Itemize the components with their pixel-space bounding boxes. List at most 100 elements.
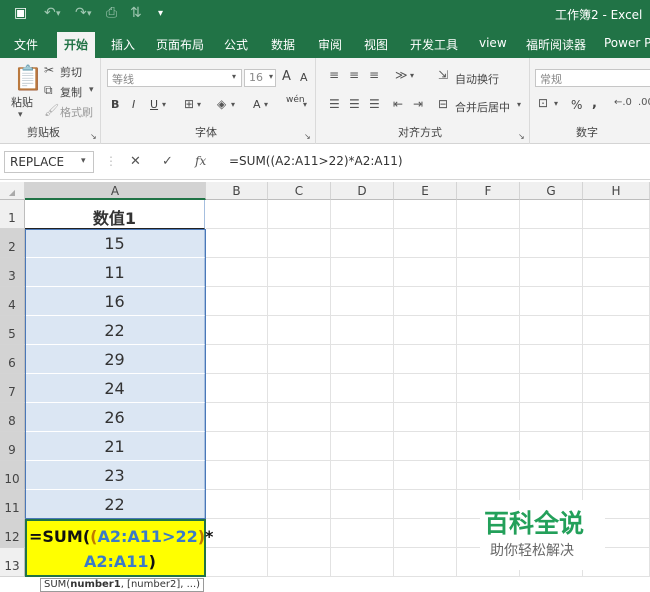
cell-f5[interactable] (457, 316, 520, 345)
column-header-d[interactable]: D (331, 182, 394, 200)
cell-f7[interactable] (457, 374, 520, 403)
cell-d8[interactable] (331, 403, 394, 432)
insert-function-button[interactable]: fx (195, 154, 206, 168)
cell-g1[interactable] (520, 200, 583, 229)
align-left-icon[interactable]: ☰ (329, 97, 340, 111)
cell-a4[interactable]: 16 (25, 287, 205, 316)
orientation-dropdown-icon[interactable]: ▾ (410, 71, 414, 80)
tab-developer[interactable]: 开发工具 (410, 36, 458, 53)
cell-c9[interactable] (268, 432, 331, 461)
cell-g8[interactable] (520, 403, 583, 432)
cell-c3[interactable] (268, 258, 331, 287)
align-top-icon[interactable]: ≡ (329, 68, 339, 82)
cell-c11[interactable] (268, 490, 331, 519)
cell-b4[interactable] (206, 287, 268, 316)
undo-icon[interactable]: ↶ (44, 5, 56, 21)
cell-g10[interactable] (520, 461, 583, 490)
row-header-1[interactable]: 1 (0, 200, 25, 229)
cell-b5[interactable] (206, 316, 268, 345)
row-header-8[interactable]: 8 (0, 403, 25, 432)
cell-h4[interactable] (583, 287, 650, 316)
cell-f10[interactable] (457, 461, 520, 490)
cell-e11[interactable] (394, 490, 457, 519)
cell-e10[interactable] (394, 461, 457, 490)
column-header-f[interactable]: F (457, 182, 520, 200)
print-preview-icon[interactable]: ⎙ (106, 5, 117, 21)
cell-g4[interactable] (520, 287, 583, 316)
phonetic-button[interactable]: wén (286, 95, 305, 105)
cell-b3[interactable] (206, 258, 268, 287)
cell-a2[interactable]: 15 (25, 229, 205, 258)
row-header-9[interactable]: 9 (0, 432, 25, 461)
cell-a3[interactable]: 11 (25, 258, 205, 287)
border-icon[interactable]: ⊞ (184, 97, 194, 111)
phonetic-dropdown-icon[interactable]: ▾ (303, 100, 307, 109)
tab-foxit-reader[interactable]: 福昕阅读器 (526, 36, 586, 53)
cell-e8[interactable] (394, 403, 457, 432)
tab-insert[interactable]: 插入 (111, 36, 135, 53)
cell-e9[interactable] (394, 432, 457, 461)
cell-a11[interactable]: 22 (25, 490, 205, 519)
tab-power-pivot[interactable]: Power Pi (604, 36, 650, 50)
row-header-2[interactable]: 2 (0, 229, 25, 258)
format-painter-button[interactable]: 格式刷 (60, 104, 93, 120)
enter-button[interactable]: ✓ (162, 154, 173, 169)
wrap-text-button[interactable]: 自动换行 (455, 71, 499, 87)
font-color-button[interactable]: A (253, 98, 261, 111)
cell-b6[interactable] (206, 345, 268, 374)
font-color-dropdown-icon[interactable]: ▾ (264, 100, 268, 109)
cell-h10[interactable] (583, 461, 650, 490)
decrease-decimal-icon[interactable]: .00 (638, 97, 650, 108)
save-icon[interactable]: ▣ (14, 5, 27, 21)
tab-formulas[interactable]: 公式 (224, 36, 248, 53)
fill-color-icon[interactable]: ◈ (217, 97, 226, 111)
merge-center-dropdown-icon[interactable]: ▾ (517, 100, 521, 109)
cell-d11[interactable] (331, 490, 394, 519)
cell-b9[interactable] (206, 432, 268, 461)
fill-color-dropdown-icon[interactable]: ▾ (231, 100, 235, 109)
decrease-indent-icon[interactable]: ⇤ (393, 97, 403, 111)
row-header-7[interactable]: 7 (0, 374, 25, 403)
row-header-5[interactable]: 5 (0, 316, 25, 345)
column-header-c[interactable]: C (268, 182, 331, 200)
undo-dropdown-icon[interactable]: ▾ (56, 9, 61, 19)
cell-a9[interactable]: 21 (25, 432, 205, 461)
cell-f3[interactable] (457, 258, 520, 287)
column-header-h[interactable]: H (583, 182, 650, 200)
cell-f8[interactable] (457, 403, 520, 432)
orientation-icon[interactable]: ≫ (395, 68, 408, 82)
cell-b10[interactable] (206, 461, 268, 490)
cell-d1[interactable] (331, 200, 394, 229)
cell-d4[interactable] (331, 287, 394, 316)
number-format-select[interactable]: 常规 (535, 69, 650, 87)
font-launcher-icon[interactable]: ↘ (304, 132, 311, 141)
cell-b13[interactable] (206, 548, 268, 577)
select-all-corner[interactable]: ◢ (0, 182, 25, 200)
cell-c7[interactable] (268, 374, 331, 403)
row-header-11[interactable]: 11 (0, 490, 25, 519)
cell-h6[interactable] (583, 345, 650, 374)
row-header-13[interactable]: 13 (0, 548, 25, 577)
wrap-text-icon[interactable]: ⇲ (438, 68, 448, 82)
increase-decimal-icon[interactable]: ←.0 (614, 97, 632, 108)
cell-c4[interactable] (268, 287, 331, 316)
cell-h9[interactable] (583, 432, 650, 461)
bold-button[interactable]: B (111, 98, 119, 111)
cell-g6[interactable] (520, 345, 583, 374)
row-header-10[interactable]: 10 (0, 461, 25, 490)
cell-c2[interactable] (268, 229, 331, 258)
tab-view[interactable]: 视图 (364, 36, 388, 53)
copy-dropdown-icon[interactable]: ▾ (89, 85, 94, 95)
paste-dropdown-icon[interactable]: ▾ (18, 110, 23, 120)
cell-e12[interactable] (394, 519, 457, 548)
cell-e4[interactable] (394, 287, 457, 316)
cell-e1[interactable] (394, 200, 457, 229)
merge-center-icon[interactable]: ⊟ (438, 97, 448, 111)
cell-g9[interactable] (520, 432, 583, 461)
tab-file[interactable]: 文件 (14, 36, 38, 53)
cell-f2[interactable] (457, 229, 520, 258)
column-header-e[interactable]: E (394, 182, 457, 200)
cell-a6[interactable]: 29 (25, 345, 205, 374)
row-header-12[interactable]: 12 (0, 519, 25, 548)
copy-button[interactable]: 复制 (60, 84, 82, 100)
